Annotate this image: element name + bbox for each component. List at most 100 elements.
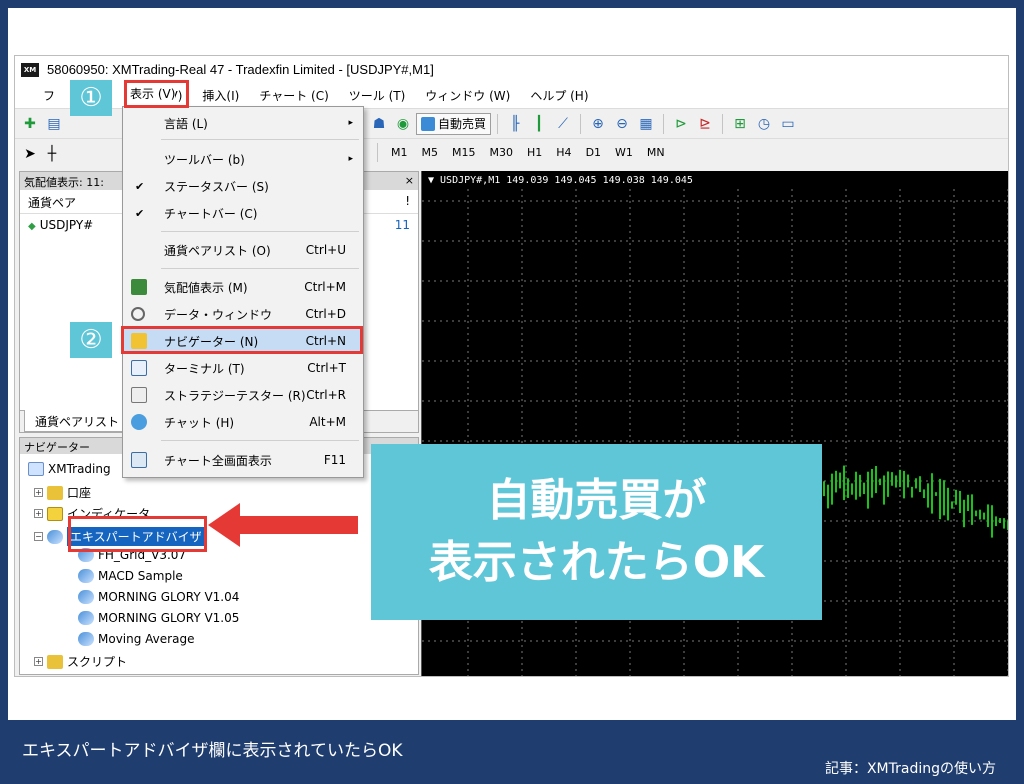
close-icon[interactable]: ×	[405, 174, 414, 188]
periods-icon[interactable]: ◷	[753, 113, 775, 135]
collapse-icon[interactable]: −	[34, 532, 43, 541]
menu-file[interactable]: フ	[21, 84, 65, 107]
nav-root[interactable]: XMTrading	[28, 462, 111, 476]
timeframe-d1[interactable]: D1	[579, 143, 608, 162]
view-menu-dropdown: 言語 (L) ▸ ツールバー (b) ▸ ✔ ステータスバー (S) ✔ チャー…	[122, 106, 364, 478]
expert-advisor-icon	[78, 569, 94, 583]
chart-shift-icon[interactable]: ⊳	[670, 113, 692, 135]
nav-scripts[interactable]: + スクリプト	[34, 653, 127, 670]
menu-item-label: 言語 (L)	[164, 116, 208, 131]
market-watch-icon	[131, 279, 147, 295]
new-chart-icon[interactable]: ✚	[19, 113, 41, 135]
menu-item-shortcut: Ctrl+U	[305, 243, 346, 257]
timeframe-h4[interactable]: H4	[549, 143, 578, 162]
nav-accounts[interactable]: + 口座	[34, 484, 91, 501]
scripts-icon	[47, 654, 63, 669]
profiles-icon[interactable]: ▤	[43, 113, 65, 135]
menu-item-language[interactable]: 言語 (L) ▸	[123, 111, 363, 135]
timeframe-mn[interactable]: MN	[640, 143, 672, 162]
list-item[interactable]: MACD Sample	[78, 569, 183, 583]
expand-icon[interactable]: +	[34, 509, 43, 518]
candlestick-icon[interactable]: ┃	[528, 113, 550, 135]
highlight-view-menu: 表示 (V)	[124, 80, 189, 108]
ea-item-label: MACD Sample	[98, 569, 183, 583]
menu-item-shortcut: F11	[323, 453, 346, 467]
tab-symbols[interactable]: 通貨ペアリスト	[24, 410, 131, 432]
menu-item-label: ストラテジーテスター (R)	[164, 388, 306, 403]
menu-help[interactable]: ヘルプ (H)	[520, 84, 598, 107]
step-2-badge: ②	[70, 322, 112, 358]
timeframe-m5[interactable]: M5	[415, 143, 446, 162]
menu-item-market-watch[interactable]: 気配値表示 (M) Ctrl+M	[123, 275, 363, 299]
menu-item-label: ターミナル (T)	[164, 361, 245, 376]
indicators-icon[interactable]: ⊞	[729, 113, 751, 135]
menu-item-chat[interactable]: チャット (H) Alt+M	[123, 410, 363, 434]
timeframe-m1[interactable]: M1	[384, 143, 415, 162]
menu-item-label: チャット (H)	[164, 415, 235, 430]
templates-icon[interactable]: ▭	[777, 113, 799, 135]
menu-item-shortcut: Alt+M	[309, 415, 346, 429]
caption-text: エキスパートアドバイザ欄に表示されていたらOK	[22, 741, 403, 761]
timeframe-h1[interactable]: H1	[520, 143, 549, 162]
menu-item-data-window[interactable]: データ・ウィンドウ Ctrl+D	[123, 302, 363, 326]
tile-windows-icon[interactable]: ▦	[635, 113, 657, 135]
column-flag[interactable]: !	[405, 194, 410, 209]
menu-insert[interactable]: 挿入(I)	[192, 84, 249, 107]
auto-trade-label: 自動売買	[438, 117, 487, 131]
menu-item-toolbars[interactable]: ツールバー (b) ▸	[123, 147, 363, 171]
ea-item-label: MORNING GLORY V1.05	[98, 611, 240, 625]
menu-item-symbols[interactable]: 通貨ペアリスト (O) Ctrl+U	[123, 238, 363, 262]
crosshair-icon[interactable]: ┼	[41, 143, 63, 165]
callout-box: 自動売買が 表示されたらOK	[371, 444, 822, 620]
highlight-view-label: 表示 (V)	[130, 85, 176, 102]
menu-item-label: チャートバー (C)	[164, 206, 258, 221]
caption-bar: エキスパートアドバイザ欄に表示されていたらOK 記事：XMTradingの使い方	[0, 720, 1024, 784]
crosshair-icon	[131, 307, 145, 321]
menu-item-label: 気配値表示 (M)	[164, 280, 248, 295]
expert-advisor-icon	[78, 632, 94, 646]
tester-icon	[131, 387, 147, 403]
title-bar: XM 58060950: XMTrading-Real 47 - Tradexf…	[15, 56, 1008, 83]
menu-item-status-bar[interactable]: ✔ ステータスバー (S)	[123, 174, 363, 198]
menu-item-terminal[interactable]: ターミナル (T) Ctrl+T	[123, 356, 363, 380]
app-logo-icon: XM	[21, 62, 39, 77]
credit-text: 記事：XMTradingの使い方	[824, 761, 996, 777]
list-item[interactable]: MORNING GLORY V1.04	[78, 590, 239, 604]
ea-item-label: Moving Average	[98, 632, 195, 646]
menu-item-shortcut: Ctrl+D	[305, 307, 346, 321]
bar-chart-icon[interactable]: ╟	[504, 113, 526, 135]
menu-item-label: チャート全画面表示	[164, 453, 272, 468]
menu-tools[interactable]: ツール (T)	[339, 84, 416, 107]
zoom-out-icon[interactable]: ⊖	[611, 113, 633, 135]
list-item[interactable]: Moving Average	[78, 632, 194, 646]
fullscreen-icon	[131, 452, 147, 468]
auto-trade-icon	[421, 116, 436, 131]
line-chart-icon[interactable]: ⟋	[552, 113, 574, 135]
auto-scroll-icon[interactable]: ⊵	[694, 113, 716, 135]
window-title: 58060950: XMTrading-Real 47 - Tradexfin …	[47, 62, 434, 77]
expand-icon[interactable]: +	[34, 488, 43, 497]
account-icon[interactable]: ☗	[368, 113, 390, 135]
highlight-navigator-item	[121, 326, 363, 354]
step-1-badge: ①	[70, 80, 112, 116]
signals-icon[interactable]: ◉	[392, 113, 414, 135]
menu-chart[interactable]: チャート (C)	[249, 84, 338, 107]
menu-item-fullscreen[interactable]: チャート全画面表示 F11	[123, 448, 363, 472]
auto-trade-button[interactable]: 自動売買	[416, 112, 492, 135]
list-item[interactable]: MORNING GLORY V1.05	[78, 611, 239, 625]
check-icon: ✔	[135, 206, 145, 220]
expand-icon[interactable]: +	[34, 657, 43, 666]
submenu-arrow-icon: ▸	[348, 118, 353, 128]
submenu-arrow-icon: ▸	[348, 154, 353, 164]
chart-symbol-label: ▼ USDJPY#,M1 149.039 149.045 149.038 149…	[428, 175, 693, 186]
timeframe-m15[interactable]: M15	[445, 143, 483, 162]
zoom-in-icon[interactable]: ⊕	[587, 113, 609, 135]
menu-item-chart-bar[interactable]: ✔ チャートバー (C)	[123, 201, 363, 225]
timeframe-w1[interactable]: W1	[608, 143, 640, 162]
cursor-icon[interactable]: ➤	[19, 143, 41, 165]
timeframe-m30[interactable]: M30	[483, 143, 521, 162]
column-symbol[interactable]: 通貨ペア	[28, 194, 76, 210]
menu-window[interactable]: ウィンドウ (W)	[415, 84, 520, 107]
menu-item-strategy-tester[interactable]: ストラテジーテスター (R) Ctrl+R	[123, 383, 363, 407]
accounts-icon	[47, 485, 63, 500]
